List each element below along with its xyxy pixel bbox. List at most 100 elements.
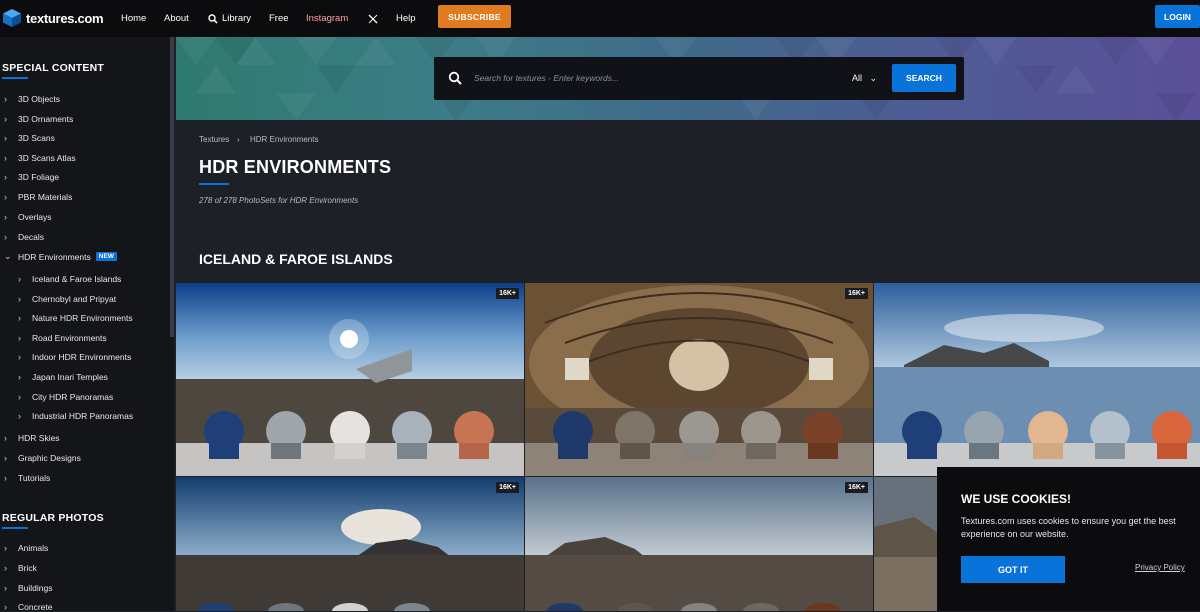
nav-x[interactable] xyxy=(368,0,378,37)
chevron-right-icon: › xyxy=(18,333,21,343)
site-logo[interactable]: textures.com xyxy=(2,7,104,29)
sidebar-subitem[interactable]: › Iceland & Faroe Islands xyxy=(18,274,121,284)
search-icon xyxy=(208,13,218,24)
sidebar-subitem[interactable]: › Industrial HDR Panoramas xyxy=(18,411,133,421)
chevron-right-icon: › xyxy=(18,274,21,284)
nav-library-label: Library xyxy=(222,13,252,24)
chevron-right-icon: › xyxy=(237,135,240,144)
sidebar-item-label: Tutorials xyxy=(18,473,51,483)
sidebar-item-3d-ornaments[interactable]: › 3D Ornaments xyxy=(4,114,73,124)
sidebar-subitem[interactable]: › Chernobyl and Pripyat xyxy=(18,294,116,304)
title-underline xyxy=(199,183,229,185)
sidebar-subitem[interactable]: › Japan Inari Temples xyxy=(18,372,108,382)
sidebar-item-overlays[interactable]: › Overlays xyxy=(4,212,52,222)
chevron-right-icon: › xyxy=(18,313,21,323)
nav-help-label: Help xyxy=(396,13,416,24)
result-count: 278 of 278 PhotoSets for HDR Environment… xyxy=(199,196,359,205)
sidebar-subitem[interactable]: › Road Environments xyxy=(18,333,107,343)
chevron-right-icon: › xyxy=(18,372,21,382)
sidebar-item-hdr-environments[interactable]: ⌄ HDR Environments NEW xyxy=(4,251,117,262)
search-input[interactable]: Search for textures - Enter keywords... xyxy=(474,73,619,83)
chevron-right-icon: › xyxy=(18,392,21,402)
sidebar-item-pbr-materials[interactable]: › PBR Materials xyxy=(4,192,72,202)
hdr-preview-image xyxy=(874,283,1200,476)
search-bar: Search for textures - Enter keywords... … xyxy=(434,57,964,100)
sidebar-item-label: 3D Scans xyxy=(18,133,55,143)
sidebar-item-tutorials[interactable]: › Tutorials xyxy=(4,473,50,483)
page-title: HDR ENVIRONMENTS xyxy=(199,157,392,177)
section-title: ICELAND & FAROE ISLANDS xyxy=(199,251,393,267)
nav-free-label: Free xyxy=(269,13,289,24)
search-filter-dropdown[interactable]: All ⌄ xyxy=(852,73,877,84)
chevron-right-icon: › xyxy=(4,114,7,124)
thumbnail-card[interactable]: 16K+ xyxy=(176,477,524,611)
sidebar-subitem[interactable]: › City HDR Panoramas xyxy=(18,392,113,402)
cookie-banner: WE USE COOKIES! Textures.com uses cookie… xyxy=(937,467,1200,611)
sidebar-subitem[interactable]: › Nature HDR Environments xyxy=(18,313,133,323)
nav-help[interactable]: Help xyxy=(396,0,416,37)
chevron-right-icon: › xyxy=(4,94,7,104)
chevron-right-icon: › xyxy=(18,352,21,362)
nav-instagram-label: Instagram xyxy=(306,13,349,24)
sidebar-item-label: Graphic Designs xyxy=(18,453,81,463)
nav-library[interactable]: Library xyxy=(208,0,251,37)
privacy-policy-link[interactable]: Privacy Policy xyxy=(1135,563,1185,572)
chevron-right-icon: › xyxy=(4,563,7,573)
sidebar-item-label: HDR Environments xyxy=(18,251,91,262)
sidebar-subitem[interactable]: › Indoor HDR Environments xyxy=(18,352,131,362)
nav-free[interactable]: Free xyxy=(269,0,289,37)
sidebar-item-graphic-designs[interactable]: › Graphic Designs xyxy=(4,453,81,463)
sidebar-subitem-label: Road Environments xyxy=(32,333,107,343)
chevron-right-icon: › xyxy=(4,543,7,553)
cookie-title: WE USE COOKIES! xyxy=(961,492,1072,506)
chevron-right-icon: › xyxy=(4,153,7,163)
sidebar-subitem-label: Industrial HDR Panoramas xyxy=(32,411,134,421)
chevron-right-icon: › xyxy=(18,411,21,421)
sidebar-item-label: Brick xyxy=(18,563,37,573)
thumbnail-card[interactable] xyxy=(874,283,1200,476)
sidebar-item-3d-scans-atlas[interactable]: › 3D Scans Atlas xyxy=(4,153,76,163)
sidebar-item-3d-scans[interactable]: › 3D Scans xyxy=(4,133,55,143)
thumbnail-card[interactable]: 16K+ xyxy=(176,283,524,476)
nav-about[interactable]: About xyxy=(164,0,189,37)
got-it-button[interactable]: GOT IT xyxy=(961,556,1065,583)
sidebar-item-label: Animals xyxy=(18,543,49,553)
search-button[interactable]: SEARCH xyxy=(892,64,956,92)
thumbnail-card[interactable]: 16K+ xyxy=(525,477,873,611)
sidebar-item-label: 3D Scans Atlas xyxy=(18,153,76,163)
breadcrumb-current[interactable]: HDR Environments xyxy=(250,135,318,144)
sidebar-item-hdr-skies[interactable]: › HDR Skies xyxy=(4,433,60,443)
new-badge: NEW xyxy=(95,252,117,261)
resolution-badge: 16K+ xyxy=(496,482,519,493)
nav-instagram[interactable]: Instagram xyxy=(306,0,348,37)
cube-logo-icon xyxy=(2,8,22,28)
sidebar-item-buildings[interactable]: › Buildings xyxy=(4,583,53,593)
cookie-text: Textures.com uses cookies to ensure you … xyxy=(961,516,1176,539)
breadcrumb-root[interactable]: Textures xyxy=(199,135,229,144)
sidebar-item-brick[interactable]: › Brick xyxy=(4,563,37,573)
sidebar-item-animals[interactable]: › Animals xyxy=(4,543,48,553)
nav-home[interactable]: Home xyxy=(121,0,146,37)
chevron-down-icon: ⌄ xyxy=(869,73,878,83)
heading-underline xyxy=(2,77,28,79)
hdr-preview-image xyxy=(176,283,524,476)
login-button[interactable]: LOGIN xyxy=(1155,5,1200,28)
sidebar-scrollbar[interactable] xyxy=(170,37,174,337)
sidebar-item-3d-objects[interactable]: › 3D Objects xyxy=(4,94,60,104)
chevron-right-icon: › xyxy=(4,583,7,593)
nav-about-label: About xyxy=(164,13,189,24)
x-logo-icon xyxy=(368,14,378,23)
thumbnail-card[interactable]: 16K+ xyxy=(525,283,873,476)
sidebar-item-decals[interactable]: › Decals xyxy=(4,232,44,242)
sidebar-item-label: PBR Materials xyxy=(18,192,73,202)
chevron-down-icon: ⌄ xyxy=(4,251,12,261)
chevron-right-icon: › xyxy=(4,473,7,483)
chevron-right-icon: › xyxy=(4,192,7,202)
subscribe-button[interactable]: SUBSCRIBE xyxy=(438,5,511,28)
resolution-badge: 16K+ xyxy=(845,482,868,493)
top-navbar: textures.com Home About Library Free Ins… xyxy=(0,0,1200,37)
chevron-right-icon: › xyxy=(4,453,7,463)
sidebar-item-label: 3D Ornaments xyxy=(18,114,74,124)
sidebar-subitem-label: Chernobyl and Pripyat xyxy=(32,294,117,304)
sidebar-item-3d-foliage[interactable]: › 3D Foliage xyxy=(4,172,59,182)
